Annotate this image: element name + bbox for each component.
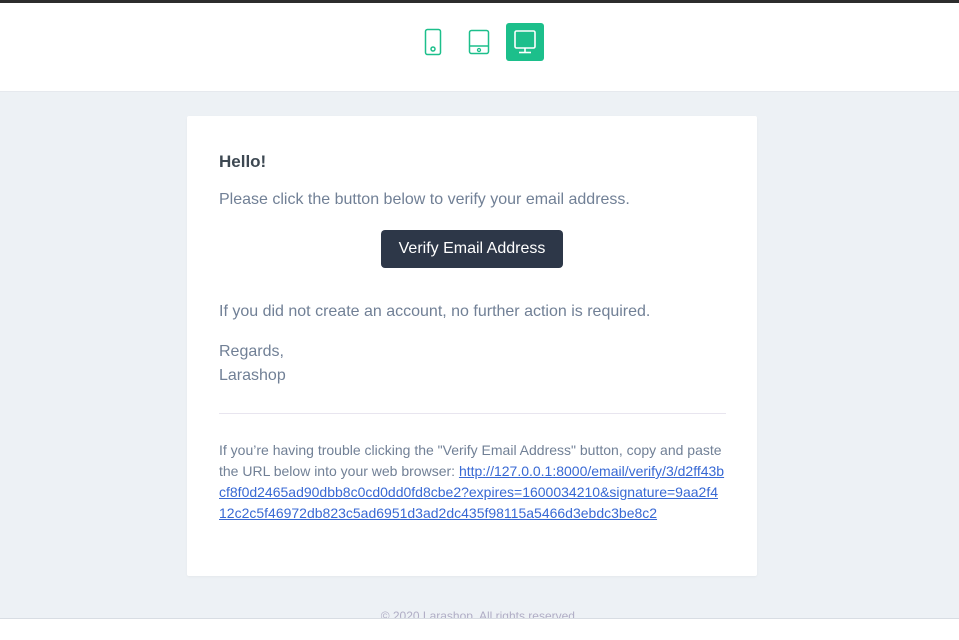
phone-view-button[interactable] [414, 23, 452, 61]
tablet-icon [468, 29, 490, 55]
bottom-panel [0, 618, 959, 640]
email-salutation: Regards, Larashop [219, 340, 725, 388]
verify-email-button[interactable]: Verify Email Address [380, 230, 564, 268]
desktop-icon [514, 30, 536, 54]
email-outro: If you did not create an account, no fur… [219, 303, 651, 320]
email-intro: Please click the button below to verify … [219, 191, 630, 208]
phone-icon [424, 28, 442, 56]
tablet-view-button[interactable] [460, 23, 498, 61]
subcopy-divider [219, 413, 726, 414]
email-preview-area: Hello! Please click the button below to … [0, 92, 959, 618]
action-wrapper: Verify Email Address [219, 230, 725, 268]
email-card: Hello! Please click the button below to … [187, 116, 757, 576]
regards-text: Regards, [219, 343, 284, 360]
email-greeting: Hello! [219, 152, 267, 171]
email-footer: © 2020 Larashop. All rights reserved. [380, 609, 579, 618]
signature-text: Larashop [219, 367, 286, 384]
device-toolbar [0, 3, 959, 92]
desktop-view-button[interactable] [506, 23, 544, 61]
email-subcopy: If you’re having trouble clicking the "V… [219, 440, 725, 524]
